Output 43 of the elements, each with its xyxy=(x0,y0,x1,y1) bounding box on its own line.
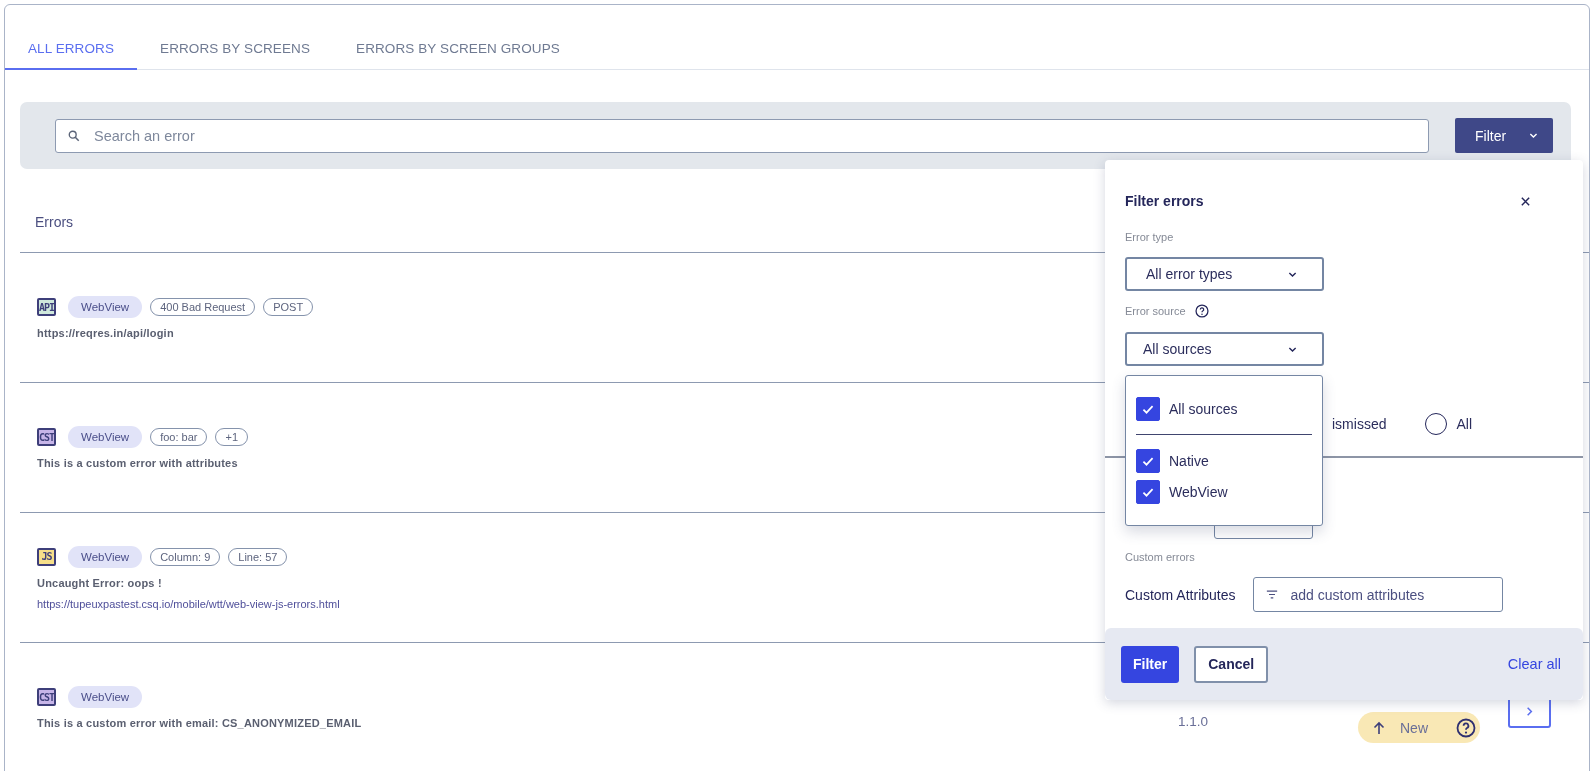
dropdown-option[interactable]: WebView xyxy=(1136,476,1312,507)
error-type-icon: CST xyxy=(37,428,56,446)
error-message: This is a custom error with attributes xyxy=(37,457,238,469)
tab[interactable]: ERRORS BY SCREEN GROUPS xyxy=(333,33,583,70)
version-text: 1.1.0 xyxy=(1177,714,1208,729)
status-label: New xyxy=(1400,719,1429,736)
error-link[interactable]: https://tupeuxpastest.csq.io/mobile/wtt/web-view-js-errors.html xyxy=(37,597,340,610)
error-message: https://reqres.in/api/login xyxy=(37,327,174,339)
error-type-icon: CST xyxy=(37,688,56,706)
arrow-up-icon xyxy=(1372,720,1386,735)
field-label: Error source xyxy=(1125,305,1186,317)
help-icon xyxy=(1456,717,1476,738)
error-message: This is a custom error with email: CS_ANONYMIZED_EMAIL xyxy=(37,717,362,729)
help-icon xyxy=(1194,304,1209,318)
panel-title: Filter errors xyxy=(1125,193,1204,209)
tag: WebView xyxy=(68,426,143,448)
checkbox[interactable] xyxy=(1136,479,1160,504)
custom-attributes-field[interactable]: add custom attributes xyxy=(1252,577,1503,612)
field-label: Custom Attributes xyxy=(1125,586,1236,603)
filter-button[interactable]: Filter xyxy=(1121,645,1180,683)
error-type-icon: JS xyxy=(37,547,56,566)
error-type-icon: API xyxy=(37,298,56,316)
section-label: Custom errors xyxy=(1125,551,1196,563)
radio-label: ismissed xyxy=(1332,416,1387,432)
tab[interactable]: ERRORS BY SCREENS xyxy=(137,33,334,70)
close-icon xyxy=(1520,195,1531,207)
clear-all-link[interactable]: Clear all xyxy=(1507,645,1561,683)
cancel-button[interactable]: Cancel xyxy=(1194,645,1269,683)
tag: WebView xyxy=(68,545,143,568)
field-label: Error type xyxy=(1125,231,1175,243)
error-message: Uncaught Error: oops ! xyxy=(37,576,162,589)
tag: WebView xyxy=(68,296,143,318)
dropdown-option[interactable]: All sources xyxy=(1136,393,1312,424)
dropdown-option[interactable]: Native xyxy=(1136,445,1312,476)
radio-label: All xyxy=(1456,416,1473,432)
checkbox[interactable] xyxy=(1136,396,1160,421)
tab[interactable]: ALL ERRORS xyxy=(5,33,138,70)
checkbox[interactable] xyxy=(1136,448,1160,473)
filter-button[interactable]: Filter xyxy=(1455,118,1553,153)
error-type-select[interactable]: All error types xyxy=(1125,257,1324,291)
tag: WebView xyxy=(68,686,143,708)
search-field[interactable]: Search an error xyxy=(55,118,1429,153)
error-source-select[interactable]: All sources xyxy=(1125,332,1324,366)
